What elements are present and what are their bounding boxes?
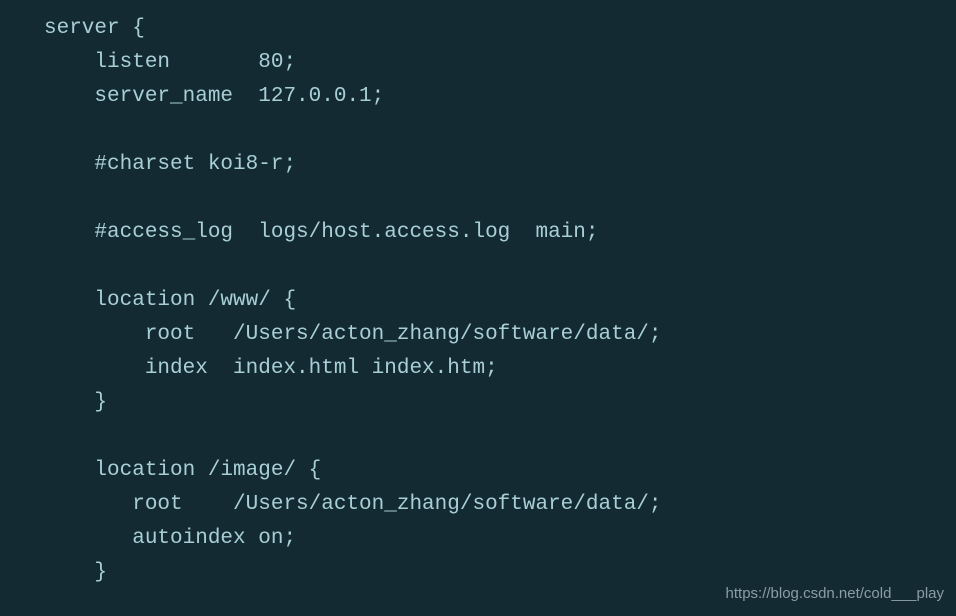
code-block: server { listen 80; server_name 127.0.0.… <box>44 12 956 590</box>
code-line: #access_log logs/host.access.log main; <box>44 221 599 244</box>
code-line: root /Users/acton_zhang/software/data/; <box>44 323 662 346</box>
code-line: autoindex on; <box>44 527 296 550</box>
code-line: } <box>44 391 107 414</box>
code-line: location /www/ { <box>44 289 296 312</box>
code-line: listen 80; <box>44 51 296 74</box>
code-line: index index.html index.htm; <box>44 357 498 380</box>
code-line: root /Users/acton_zhang/software/data/; <box>44 493 662 516</box>
code-line: #charset koi8-r; <box>44 153 296 176</box>
code-line: server_name 127.0.0.1; <box>44 85 384 108</box>
code-line: server { <box>44 17 145 40</box>
code-line: } <box>44 561 107 584</box>
watermark-text: https://blog.csdn.net/cold___play <box>726 582 944 606</box>
code-line: location /image/ { <box>44 459 321 482</box>
